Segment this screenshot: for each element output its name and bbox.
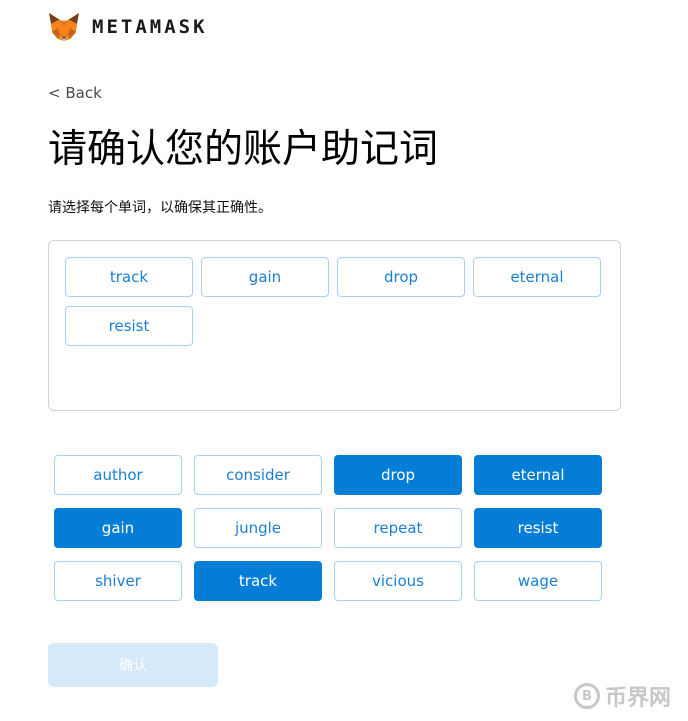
brand-name: METAMASK: [92, 16, 208, 38]
selected-word[interactable]: resist: [65, 306, 193, 346]
selected-words-area: track gain drop eternal resist: [48, 240, 621, 411]
header: METAMASK: [48, 12, 208, 42]
selected-word[interactable]: drop: [337, 257, 465, 297]
watermark: B 币界网: [574, 680, 671, 712]
page-title: 请确认您的账户助记词: [48, 127, 439, 172]
word-bank-item[interactable]: consider: [194, 455, 322, 495]
word-bank-item[interactable]: drop: [334, 455, 462, 495]
confirm-button[interactable]: 确认: [48, 643, 218, 687]
selected-word[interactable]: eternal: [473, 257, 601, 297]
coin-logo-icon: B: [574, 683, 600, 709]
word-bank-item[interactable]: vicious: [334, 561, 462, 601]
word-bank-item[interactable]: jungle: [194, 508, 322, 548]
word-bank-item[interactable]: author: [54, 455, 182, 495]
word-bank-item[interactable]: repeat: [334, 508, 462, 548]
word-bank-item[interactable]: gain: [54, 508, 182, 548]
word-bank-item[interactable]: wage: [474, 561, 602, 601]
watermark-text: 币界网: [605, 686, 672, 711]
word-bank-item[interactable]: eternal: [474, 455, 602, 495]
word-bank-item[interactable]: shiver: [54, 561, 182, 601]
metamask-fox-icon: [49, 13, 79, 41]
selected-word[interactable]: track: [65, 257, 193, 297]
word-bank-item[interactable]: track: [194, 561, 322, 601]
back-link[interactable]: < Back: [48, 84, 102, 102]
page-subtitle: 请选择每个单词，以确保其正确性。: [48, 200, 272, 216]
selected-word[interactable]: gain: [201, 257, 329, 297]
word-bank-item[interactable]: resist: [474, 508, 602, 548]
